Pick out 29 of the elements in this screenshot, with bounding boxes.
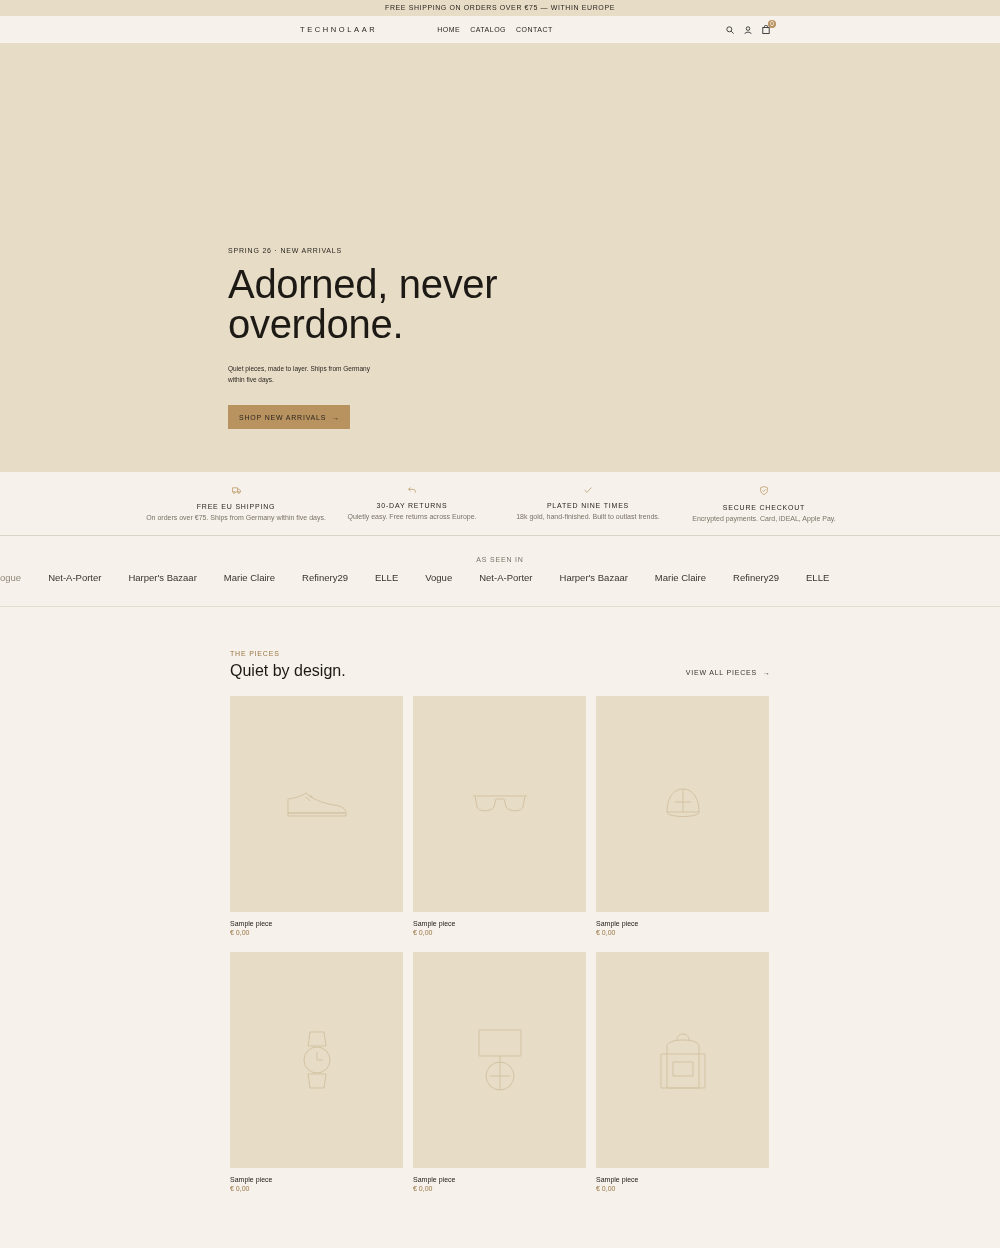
- section-title: Quiet by design.: [230, 662, 346, 680]
- press-logo-text: Marie Claire: [223, 572, 276, 583]
- press-logo-text: Harper's Bazaar: [128, 572, 197, 583]
- product-image[interactable]: [596, 696, 769, 912]
- search-icon[interactable]: [726, 25, 734, 34]
- product-image[interactable]: [230, 696, 403, 912]
- watch-icon: [301, 1030, 332, 1090]
- product-image[interactable]: [413, 696, 586, 912]
- product-image[interactable]: [413, 952, 586, 1168]
- product-image[interactable]: [596, 952, 769, 1168]
- account-icon[interactable]: [744, 25, 752, 34]
- product-image[interactable]: [230, 952, 403, 1168]
- shield-check-icon: [760, 485, 768, 495]
- bag-icon[interactable]: [762, 25, 770, 34]
- press-logo-text: Net-A-Porter: [48, 572, 102, 583]
- return-arrow-icon: [408, 487, 416, 493]
- press-logo-text: Refinery29: [733, 572, 780, 583]
- press-logo-text: ELLE: [375, 572, 399, 583]
- hero-title: Adorned, never overdone.: [228, 264, 499, 344]
- press-logo-text: Harper's Bazaar: [559, 572, 628, 583]
- press-logo-text: Refinery29: [302, 572, 348, 583]
- press-logo-text: Net-A-Porter: [479, 572, 533, 583]
- press-logo-text: ELLE: [806, 572, 830, 583]
- check-icon: [584, 487, 592, 493]
- lamp-icon: [476, 1028, 523, 1092]
- press-logo-text: Vogue: [425, 572, 453, 583]
- truck-icon: [231, 486, 241, 494]
- press-logo-text: Marie Claire: [654, 572, 707, 583]
- press-logo-text: ogue: [0, 572, 22, 583]
